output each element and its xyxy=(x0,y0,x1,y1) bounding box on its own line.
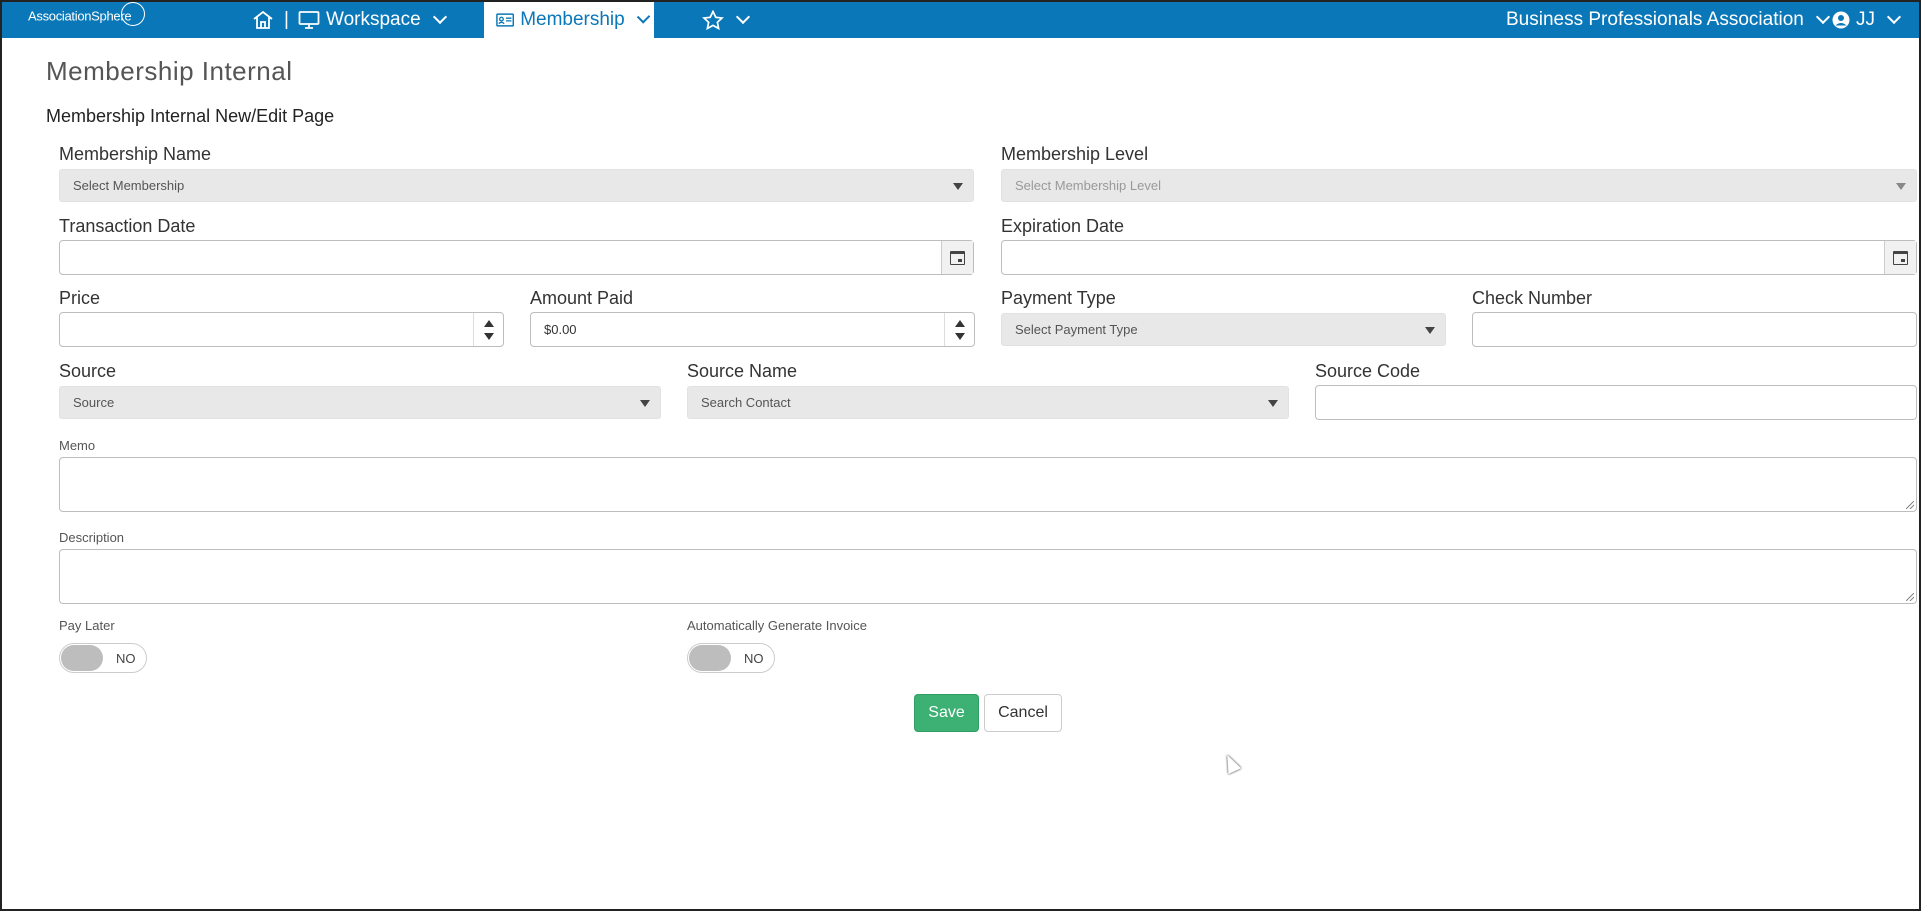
nav-separator: | xyxy=(284,9,289,30)
auto-invoice-label: Automatically Generate Invoice xyxy=(687,618,867,633)
caret-down-icon xyxy=(1425,327,1435,334)
price-stepper[interactable] xyxy=(473,313,503,346)
membership-name-placeholder: Select Membership xyxy=(73,178,185,193)
payment-type-select[interactable]: Select Payment Type xyxy=(1001,313,1446,346)
nav-workspace-label: Workspace xyxy=(326,9,421,30)
caret-down-icon xyxy=(1896,183,1906,190)
transaction-date-label: Transaction Date xyxy=(59,216,196,236)
calendar-icon xyxy=(1893,250,1908,265)
description-textarea[interactable] xyxy=(59,549,1917,604)
membership-level-label: Membership Level xyxy=(1001,144,1149,164)
nav-user-label: JJ xyxy=(1856,9,1875,30)
save-button[interactable]: Save xyxy=(914,694,979,732)
id-card-icon xyxy=(496,13,515,27)
toggle-knob xyxy=(61,645,103,671)
membership-name-label: Membership Name xyxy=(59,144,212,164)
decrement-arrow-icon[interactable] xyxy=(483,332,494,340)
amount-paid-label: Amount Paid xyxy=(530,288,634,308)
source-code-label: Source Code xyxy=(1315,361,1421,381)
resize-handle-icon[interactable] xyxy=(1906,501,1914,509)
membership-level-placeholder: Select Membership Level xyxy=(1015,178,1161,193)
transaction-date-picker-button[interactable] xyxy=(941,241,973,274)
check-number-label: Check Number xyxy=(1472,288,1593,308)
nav-favorites[interactable] xyxy=(702,2,754,38)
description-label: Description xyxy=(59,530,125,545)
amount-paid-value: $0.00 xyxy=(544,322,577,337)
payment-type-placeholder: Select Payment Type xyxy=(1015,322,1138,337)
memo-textarea[interactable] xyxy=(59,457,1917,512)
home-icon xyxy=(253,10,273,29)
source-name-label: Source Name xyxy=(687,361,798,381)
expiration-date-label: Expiration Date xyxy=(1001,216,1125,236)
source-placeholder: Source xyxy=(73,395,115,410)
toggle-knob xyxy=(689,645,731,671)
nav-user-menu[interactable]: JJ xyxy=(1832,2,1905,38)
source-name-placeholder: Search Contact xyxy=(701,395,791,410)
calendar-icon xyxy=(950,250,965,265)
caret-down-icon xyxy=(640,400,650,407)
pay-later-state: NO xyxy=(116,651,136,666)
chevron-down-icon xyxy=(1886,9,1902,25)
source-name-select[interactable]: Search Contact xyxy=(687,386,1289,419)
amount-paid-input[interactable]: $0.00 xyxy=(530,312,975,347)
price-label: Price xyxy=(59,288,101,308)
caret-down-icon xyxy=(1268,400,1278,407)
membership-name-select[interactable]: Select Membership xyxy=(59,169,974,202)
resize-handle-icon[interactable] xyxy=(1906,593,1914,601)
chevron-down-icon xyxy=(1815,9,1830,25)
payment-type-label: Payment Type xyxy=(1001,288,1116,308)
membership-level-select[interactable]: Select Membership Level xyxy=(1001,169,1917,202)
nav-organization[interactable]: Business Professionals Association xyxy=(1506,2,1834,38)
check-number-input[interactable] xyxy=(1472,312,1917,347)
auto-invoice-state: NO xyxy=(744,651,764,666)
star-icon xyxy=(702,10,724,30)
globe-icon xyxy=(121,2,146,26)
chevron-down-icon xyxy=(735,9,751,25)
user-circle-icon xyxy=(1832,11,1850,29)
nav-organization-label: Business Professionals Association xyxy=(1506,9,1804,30)
app-logo[interactable]: AssociationSphere xyxy=(28,2,146,29)
increment-arrow-icon[interactable] xyxy=(954,319,965,327)
price-input[interactable] xyxy=(59,312,504,347)
source-select[interactable]: Source xyxy=(59,386,661,419)
auto-invoice-toggle[interactable]: NO xyxy=(687,643,775,673)
chevron-down-icon xyxy=(432,9,447,25)
mouse-cursor-icon xyxy=(1220,751,1242,775)
home-button[interactable] xyxy=(252,2,274,38)
logo-text: AssociationSphere xyxy=(28,8,132,24)
page-title: Membership Internal xyxy=(46,56,293,86)
source-code-input[interactable] xyxy=(1315,385,1917,420)
caret-down-icon xyxy=(953,183,963,190)
pay-later-toggle[interactable]: NO xyxy=(59,643,147,673)
nav-membership[interactable]: Membership xyxy=(484,2,654,38)
nav-workspace[interactable]: Workspace xyxy=(298,2,451,38)
decrement-arrow-icon[interactable] xyxy=(954,332,965,340)
amount-paid-stepper[interactable] xyxy=(944,313,974,346)
chevron-down-icon xyxy=(636,10,651,24)
transaction-date-input[interactable] xyxy=(59,240,974,275)
expiration-date-input[interactable] xyxy=(1001,240,1917,275)
nav-membership-label: Membership xyxy=(520,9,625,30)
pay-later-label: Pay Later xyxy=(59,618,115,633)
increment-arrow-icon[interactable] xyxy=(483,319,494,327)
top-nav-bar: AssociationSphere | Workspace Membership… xyxy=(2,2,1919,38)
expiration-date-picker-button[interactable] xyxy=(1884,241,1916,274)
memo-label: Memo xyxy=(59,438,96,453)
cancel-button[interactable]: Cancel xyxy=(984,694,1062,732)
monitor-icon xyxy=(298,11,320,29)
page-subtitle: Membership Internal New/Edit Page xyxy=(46,106,335,126)
source-label: Source xyxy=(59,361,117,381)
